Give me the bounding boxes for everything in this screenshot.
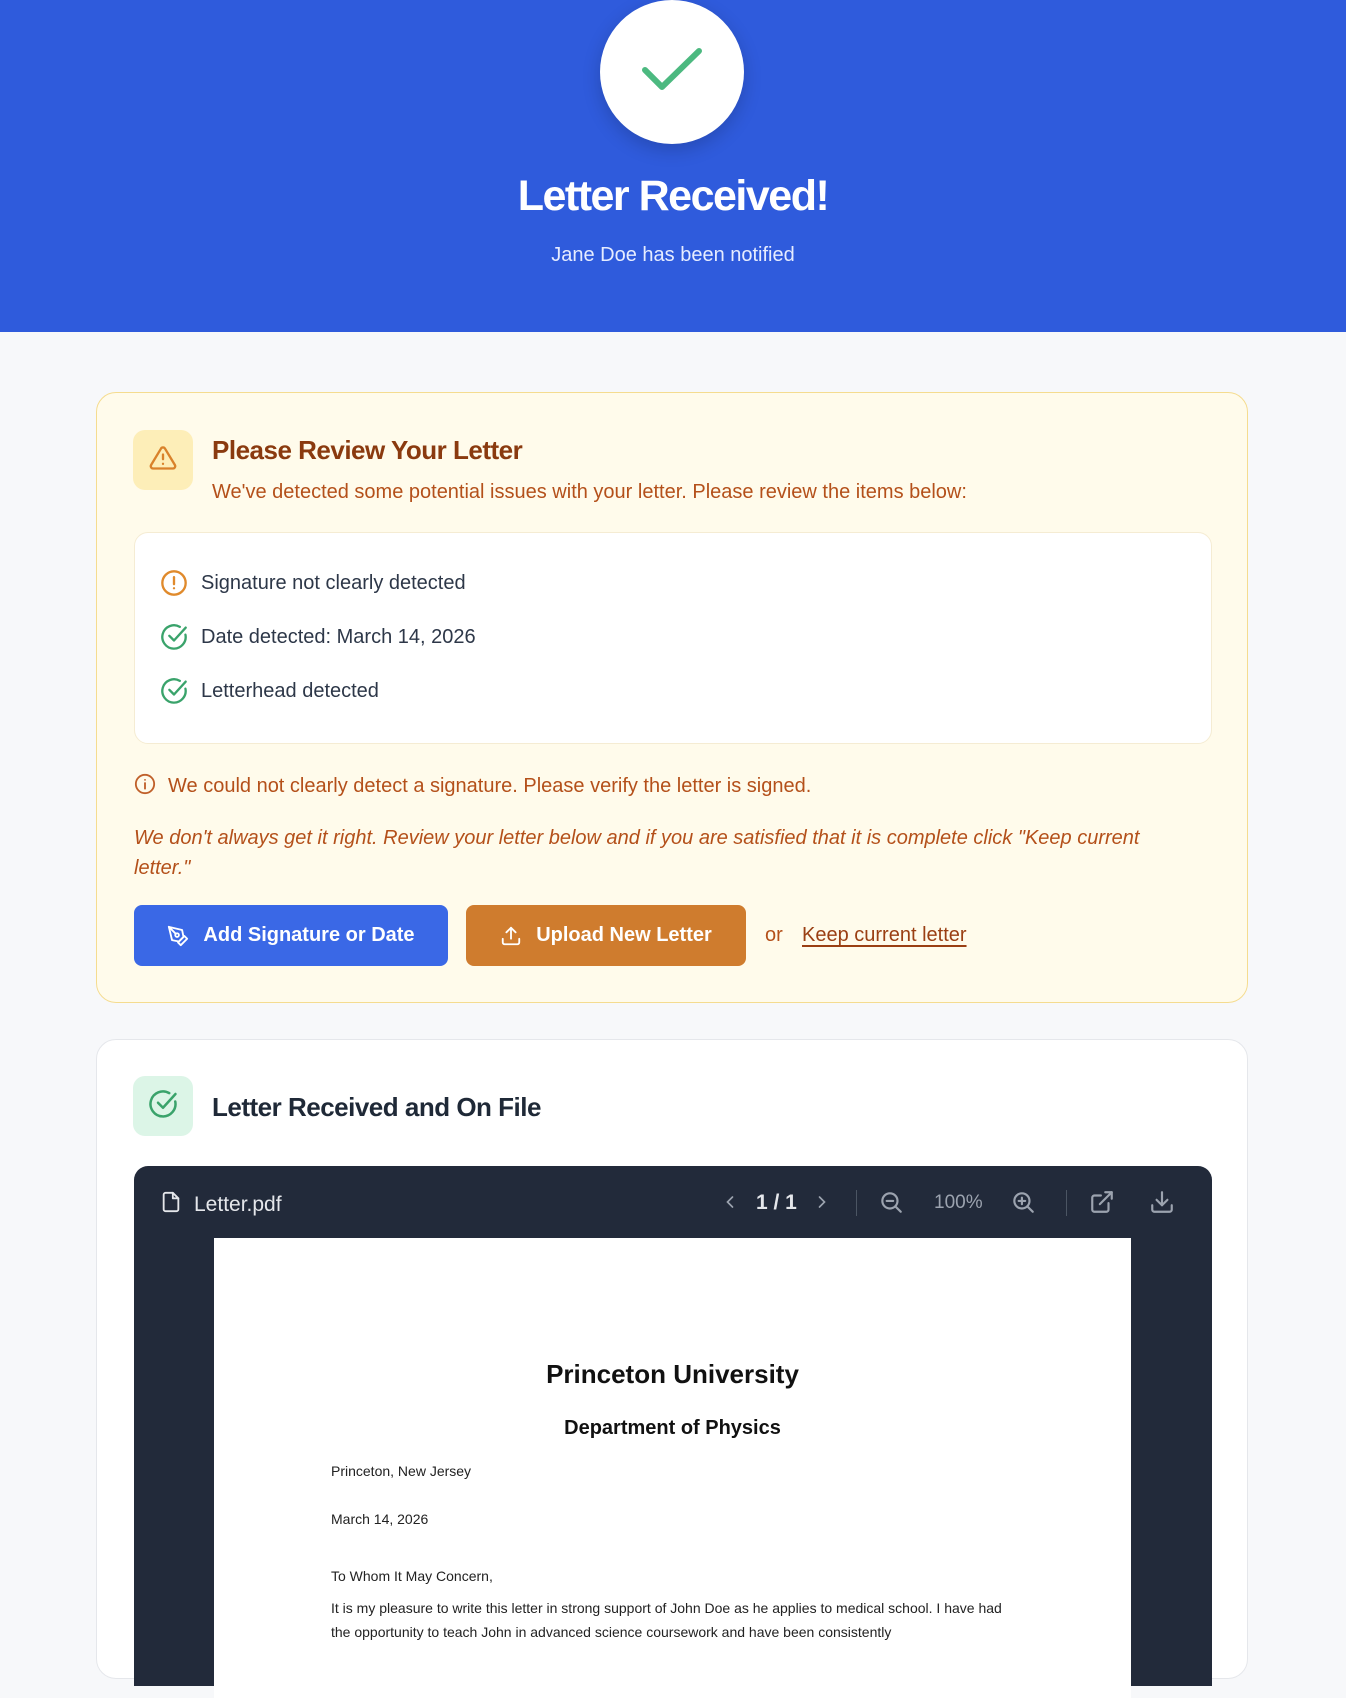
pen-tool-icon [167, 925, 189, 947]
check-item-label: Signature not clearly detected [201, 571, 466, 594]
review-disclaimer: We don't always get it right. Review you… [134, 827, 1140, 879]
viewer-filename: Letter.pdf [160, 1190, 282, 1219]
info-circle-icon [134, 773, 156, 800]
letter-location: Princeton, New Jersey [331, 1463, 472, 1479]
letterhead-university: Princeton University [546, 1359, 799, 1389]
letter-on-file-panel: Letter Received and On File Letter.pdf 1… [96, 1039, 1248, 1698]
previous-page-button[interactable] [720, 1188, 740, 1221]
add-signature-label: Add Signature or Date [203, 924, 415, 946]
zoom-out-icon [878, 1188, 904, 1221]
open-external-button[interactable] [1089, 1188, 1115, 1221]
toolbar-divider [1066, 1190, 1067, 1216]
check-circle-icon [148, 1089, 178, 1124]
download-button[interactable] [1149, 1188, 1175, 1221]
check-item-date: Date detected: March 14, 2026 [159, 622, 476, 652]
letterhead-department: Department of Physics [564, 1417, 781, 1439]
or-separator: or [765, 924, 783, 946]
check-item-signature: Signature not clearly detected [159, 568, 466, 598]
page-subtitle: Jane Doe has been notified [551, 244, 795, 266]
on-file-title: Letter Received and On File [212, 1092, 541, 1122]
upload-new-letter-button[interactable]: Upload New Letter [466, 905, 746, 966]
file-icon [160, 1190, 182, 1219]
check-icon [640, 46, 704, 99]
signature-notice: We could not clearly detect a signature.… [134, 773, 811, 800]
pdf-page: Princeton University Department of Physi… [214, 1238, 1131, 1698]
success-badge [600, 0, 744, 144]
letter-salutation: To Whom It May Concern, [331, 1568, 493, 1584]
warning-triangle-icon [149, 444, 177, 477]
zoom-in-icon [1010, 1188, 1036, 1221]
zoom-in-button[interactable] [1010, 1188, 1036, 1221]
check-circle-icon [159, 676, 189, 706]
external-link-icon [1089, 1188, 1115, 1221]
zoom-out-button[interactable] [878, 1188, 904, 1221]
signature-notice-text: We could not clearly detect a signature.… [168, 775, 812, 797]
success-badge [133, 1076, 193, 1136]
check-item-label: Letterhead detected [201, 679, 379, 702]
chevron-right-icon [812, 1188, 832, 1221]
keep-current-letter-link[interactable]: Keep current letter [802, 924, 967, 947]
exclamation-circle-icon [159, 568, 189, 598]
page-indicator: 1 / 1 [756, 1191, 797, 1214]
detection-checklist: Signature not clearly detected Date dete… [134, 532, 1212, 744]
review-panel: Please Review Your Letter We've detected… [96, 392, 1248, 1003]
check-item-letterhead: Letterhead detected [159, 676, 379, 706]
success-header: Letter Received! Jane Doe has been notif… [0, 0, 1346, 332]
warning-badge [133, 430, 193, 490]
toolbar-divider [856, 1190, 857, 1216]
review-title: Please Review Your Letter [212, 435, 523, 465]
letter-body: It is my pleasure to write this letter i… [331, 1600, 1002, 1640]
pdf-viewer: Letter.pdf 1 / 1 100% Princeton Universi… [134, 1166, 1212, 1698]
review-description: We've detected some potential issues wit… [212, 481, 967, 503]
check-item-label: Date detected: March 14, 2026 [201, 625, 476, 648]
download-icon [1149, 1188, 1175, 1221]
page-title: Letter Received! [517, 172, 830, 220]
add-signature-button[interactable]: Add Signature or Date [134, 905, 448, 966]
filename-label: Letter.pdf [194, 1192, 282, 1216]
chevron-left-icon [720, 1188, 740, 1221]
letter-date: March 14, 2026 [331, 1511, 429, 1527]
upload-icon [500, 925, 522, 947]
upload-label: Upload New Letter [536, 924, 712, 946]
next-page-button[interactable] [812, 1188, 832, 1221]
zoom-level: 100% [934, 1192, 983, 1213]
check-circle-icon [159, 622, 189, 652]
